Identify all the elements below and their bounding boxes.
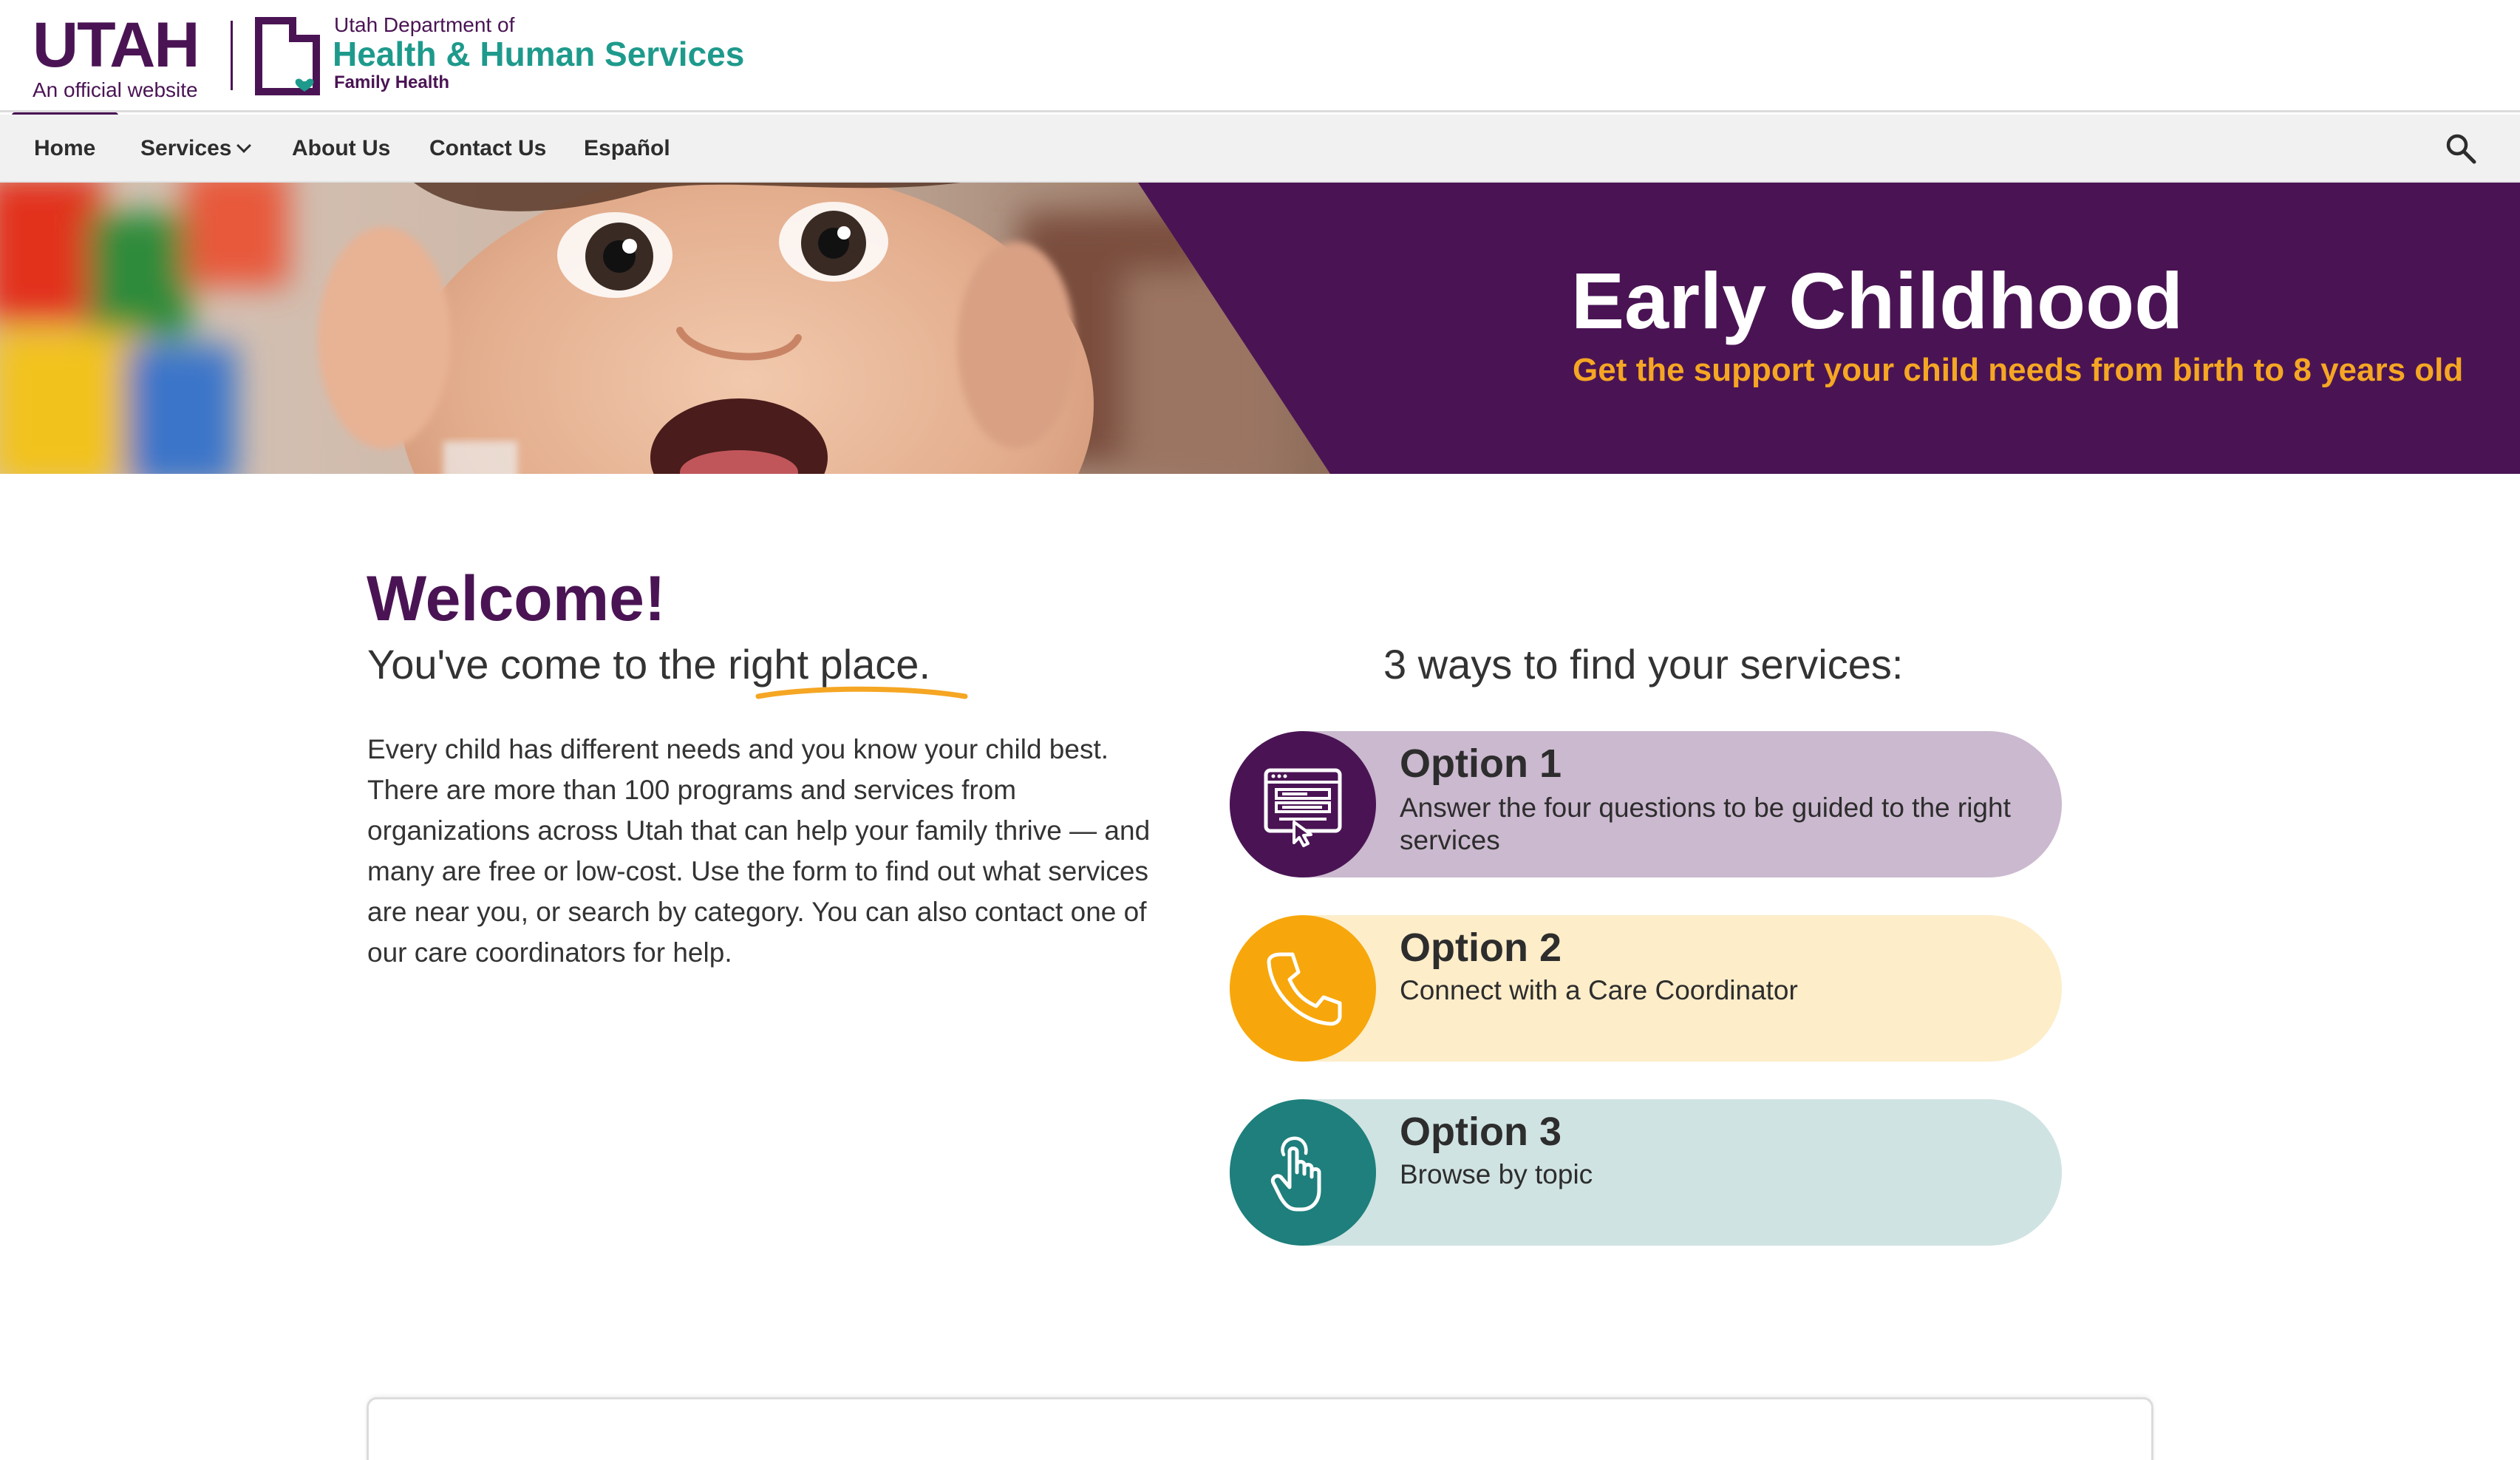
chevron-down-icon [236, 138, 252, 153]
hero-banner: Early Childhood Get the support your chi… [0, 183, 2520, 474]
welcome-heading: Welcome! [367, 563, 666, 634]
department-prefix: Utah Department of [334, 13, 515, 36]
welcome-sub-highlight: right place [728, 641, 919, 687]
web-form-icon [1264, 768, 1342, 847]
nav-item-home[interactable]: Home [34, 115, 95, 183]
welcome-subheading: You've come to the right place. [367, 640, 930, 689]
option-2-card[interactable]: Option 2 Connect with a Care Coordinator [1230, 915, 2062, 1062]
option-2-title: Option 2 [1400, 926, 1562, 970]
option-1-description: Answer the four questions to be guided t… [1400, 792, 2011, 855]
hero-subtitle: Get the support your child needs from bi… [1573, 352, 2464, 388]
nav-item-about-us[interactable]: About Us [292, 115, 390, 183]
utah-state-shape-icon[interactable] [254, 16, 321, 96]
hero-title: Early Childhood [1571, 256, 2184, 345]
services-form-card [367, 1397, 2153, 1460]
main-nav: Home Services About Us Contact Us Españo… [0, 115, 2520, 183]
department-division: Family Health [334, 72, 450, 92]
official-website-tagline: An official website [33, 78, 198, 101]
option-2-icon-circle [1230, 915, 1376, 1062]
nav-item-services[interactable]: Services [140, 115, 252, 183]
site-header: UTAH An official website Utah Department… [0, 0, 2520, 112]
option-2-description: Connect with a Care Coordinator [1400, 975, 1798, 1005]
welcome-sub-suffix: . [919, 641, 930, 687]
search-icon[interactable] [2443, 131, 2479, 166]
option-3-description: Browse by topic [1400, 1159, 1593, 1189]
option-1-title: Option 1 [1400, 741, 1562, 786]
phone-icon [1267, 952, 1342, 1026]
pointing-hand-icon [1270, 1136, 1321, 1212]
utah-logo-text: UTAH [33, 10, 200, 81]
option-1-card[interactable]: Option 1 Answer the four questions to be… [1230, 731, 2062, 877]
welcome-body-text: Every child has different needs and you … [367, 734, 1151, 968]
option-3-card[interactable]: Option 3 Browse by topic [1230, 1099, 2062, 1246]
option-3-icon-circle [1230, 1099, 1376, 1246]
option-3-title: Option 3 [1400, 1110, 1562, 1154]
utah-logo[interactable]: UTAH An official website [33, 13, 210, 102]
nav-item-contact-us[interactable]: Contact Us [429, 115, 546, 183]
option-1-icon-circle [1230, 731, 1376, 877]
nav-item-services-label: Services [140, 136, 232, 160]
department-name[interactable]: Health & Human Services [333, 35, 744, 72]
options-heading: 3 ways to find your services: [1383, 641, 1904, 687]
nav-item-espanol[interactable]: Español [584, 115, 670, 183]
logo-divider [231, 21, 233, 90]
highlight-underline [755, 686, 968, 699]
welcome-sub-prefix: You've come to the [367, 641, 729, 687]
